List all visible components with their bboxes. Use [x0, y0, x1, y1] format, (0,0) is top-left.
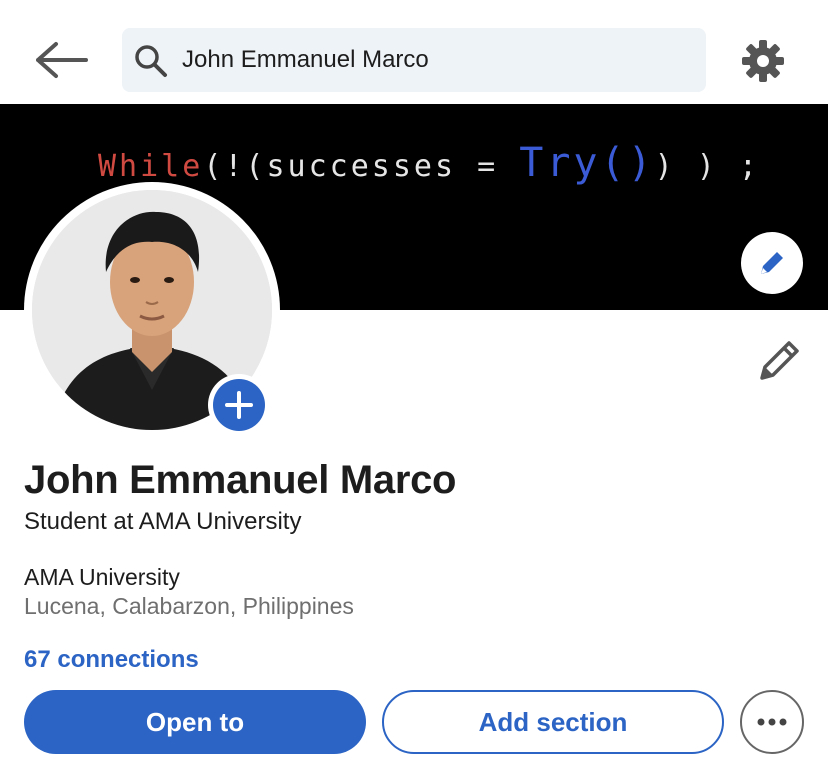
settings-button[interactable]	[740, 38, 786, 84]
code-keyword: While	[98, 149, 204, 184]
pencil-icon	[761, 252, 783, 274]
plus-icon	[225, 391, 253, 419]
profile-headline: Student at AMA University	[24, 508, 302, 535]
search-bar[interactable]: John Emmanuel Marco	[122, 28, 706, 92]
connections-link[interactable]: 67 connections	[24, 646, 199, 674]
ellipsis-icon	[757, 718, 787, 726]
profile-location: Lucena, Calabarzon, Philippines	[24, 593, 354, 619]
gear-icon	[742, 40, 784, 82]
profile-name: John Emmanuel Marco	[24, 458, 457, 502]
back-button[interactable]	[36, 38, 90, 82]
edit-banner-button[interactable]	[741, 232, 803, 294]
more-button[interactable]	[740, 690, 804, 754]
code-function: Try()	[519, 140, 655, 186]
profile-company: AMA University	[24, 564, 180, 590]
banner-code-text: While(!(successes = Try()) ) ;	[98, 140, 760, 186]
add-section-button[interactable]: Add section	[382, 690, 724, 754]
code-text-end: ) ) ;	[654, 149, 760, 184]
open-to-button[interactable]: Open to	[24, 690, 366, 754]
search-icon	[135, 45, 167, 77]
edit-intro-button[interactable]	[756, 336, 804, 384]
code-text: (!(successes =	[203, 149, 520, 184]
arrow-left-icon	[36, 42, 88, 78]
add-photo-button[interactable]	[208, 374, 270, 436]
search-input[interactable]: John Emmanuel Marco	[182, 46, 429, 74]
top-bar: John Emmanuel Marco	[0, 0, 828, 104]
pencil-icon	[760, 341, 799, 380]
